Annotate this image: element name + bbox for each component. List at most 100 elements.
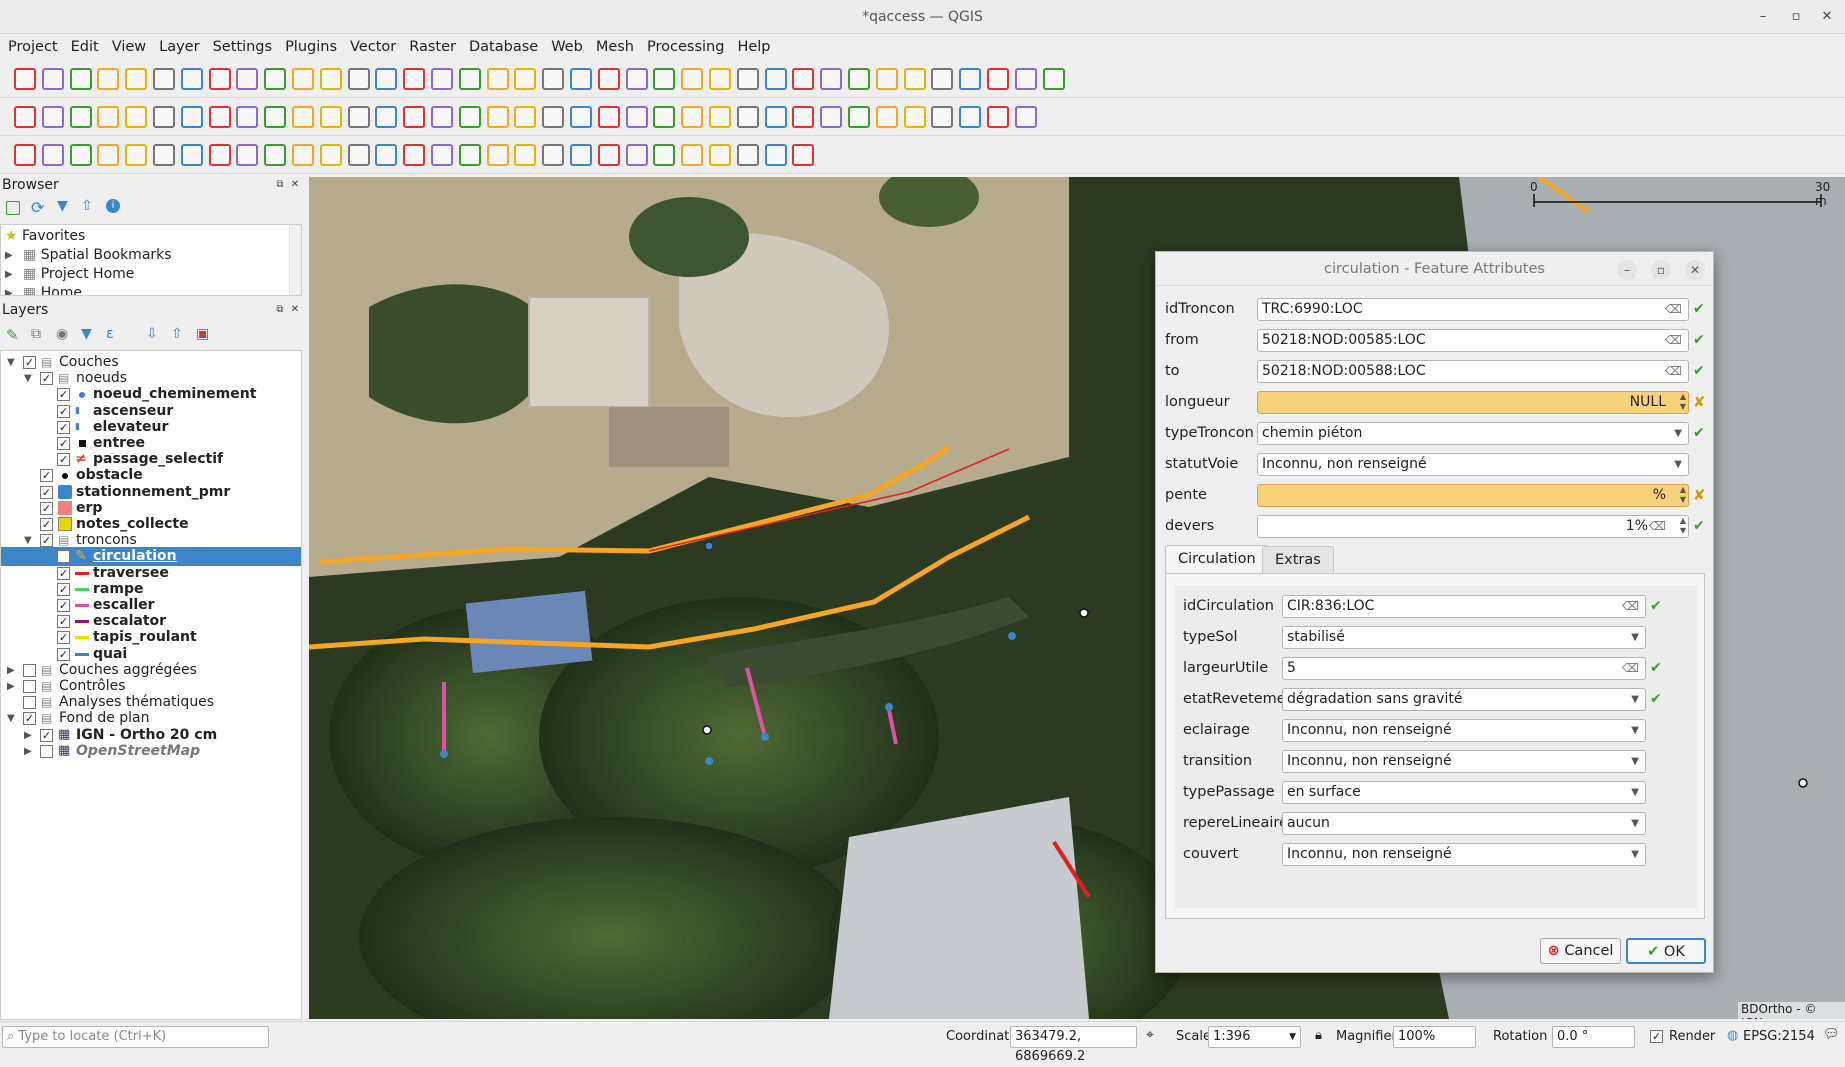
toolbar-tool-icon[interactable] [458,68,481,90]
toolbar-tool-icon[interactable] [319,144,342,166]
toolbar-tool-icon[interactable] [208,106,231,128]
filter-icon[interactable]: ▼ [81,326,92,342]
layer-visibility-checkbox[interactable]: ✓ [57,582,70,596]
ok-button[interactable]: ✔ OK [1626,938,1706,964]
layer-visibility-checkbox[interactable]: ✓ [57,404,70,418]
menu-plugins[interactable]: Plugins [285,39,337,55]
toolbar-tool-icon[interactable] [764,144,787,166]
layer-visibility-checkbox[interactable]: ✓ [57,615,70,629]
toolbar-tool-icon[interactable] [180,68,203,90]
layer-visibility-checkbox[interactable]: ✓ [57,566,70,580]
toolbar-tool-icon[interactable] [41,106,64,128]
spin-icon[interactable]: ▲ ▼ [1680,516,1686,536]
toolbar-tool-icon[interactable] [736,106,759,128]
layer-visibility-checkbox[interactable] [23,663,36,677]
toolbar-tool-icon[interactable] [848,68,870,90]
toolbar-tool-icon[interactable] [570,144,592,166]
toolbar-tool-icon[interactable] [736,144,759,166]
menu-web[interactable]: Web [551,39,583,55]
toolbar-tool-icon[interactable] [987,106,1009,128]
toolbar-tool-icon[interactable] [542,68,565,90]
layer-visibility-checkbox[interactable]: ✓ [40,485,53,499]
locate-input[interactable]: ⌕ Type to locate (Ctrl+K) [2,1026,269,1048]
couvert-select[interactable]: Inconnu, non renseigné ▼ [1282,843,1646,866]
spin-icon[interactable]: ▲ ▼ [1680,392,1686,412]
layer-visibility-checkbox[interactable]: ✓ [57,631,70,645]
toolbar-tool-icon[interactable] [236,144,259,166]
maximize-icon[interactable]: ▫ [1781,0,1811,34]
menu-mesh[interactable]: Mesh [596,39,634,55]
clear-icon[interactable]: ⌫ [1622,596,1639,617]
toolbar-tool-icon[interactable] [180,144,203,166]
close-icon[interactable]: ✕ [1812,0,1842,34]
idcirculation-field[interactable]: CIR:836:LOC ⌫ [1282,595,1646,618]
toolbar-tool-icon[interactable] [959,68,982,90]
devers-field[interactable]: 1% ⌫ ▲ ▼ [1257,515,1689,538]
toolbar-tool-icon[interactable] [375,68,398,90]
toolbar-tool-icon[interactable] [709,68,731,90]
tab-circulation[interactable]: Circulation [1165,545,1269,574]
clear-icon[interactable]: ⌫ [1622,658,1639,679]
menu-processing[interactable]: Processing [647,39,724,55]
toolbar-tool-icon[interactable] [903,106,926,128]
toolbar-tool-icon[interactable] [931,106,954,128]
mouse-pointer-icon[interactable]: ⌖ [1146,1027,1154,1043]
clear-icon[interactable]: ⌫ [1649,516,1666,537]
layer-visibility-checkbox[interactable]: ✓ [57,420,70,434]
dialog-minimize-icon[interactable]: – [1617,260,1637,280]
toolbar-tool-icon[interactable] [792,144,815,166]
toolbar-tool-icon[interactable] [69,68,92,90]
toolbar-tool-icon[interactable] [41,68,64,90]
toolbar-tool-icon[interactable] [736,68,759,90]
toolbar-tool-icon[interactable] [431,106,453,128]
toolbar-tool-icon[interactable] [875,68,898,90]
toolbar-tool-icon[interactable] [625,68,648,90]
toolbar-tool-icon[interactable] [875,106,898,128]
toolbar-tool-icon[interactable] [153,106,175,128]
toolbar-tool-icon[interactable] [264,68,287,90]
toolbar-tool-icon[interactable] [681,106,704,128]
largeurutile-field[interactable]: 5 ⌫ [1282,657,1646,680]
browser-item-bookmarks[interactable]: ▶ ▦ Spatial Bookmarks [5,246,172,265]
layer-visibility-checkbox[interactable]: ✓ [40,728,53,742]
toolbar-tool-icon[interactable] [292,68,314,90]
typetroncon-select[interactable]: chemin piéton ▼ [1257,422,1689,445]
layer-visibility-checkbox[interactable]: ✓ [23,712,36,726]
toolbar-tool-icon[interactable] [236,68,259,90]
toolbar-tool-icon[interactable] [319,68,342,90]
reperelineaire-select[interactable]: aucun ▼ [1282,812,1646,835]
close-panel-icon[interactable]: ✕ [289,179,301,191]
toolbar-tool-icon[interactable] [208,68,231,90]
longueur-field[interactable]: NULL ▲ ▼ [1257,391,1689,414]
menu-database[interactable]: Database [469,39,538,55]
toolbar-tool-icon[interactable] [236,106,259,128]
toolbar-tool-icon[interactable] [264,106,287,128]
lock-icon[interactable]: 🔒︎ [1315,1028,1322,1043]
layer-visibility-checkbox[interactable] [23,696,36,710]
layer-visibility-checkbox[interactable] [40,744,53,758]
toolbar-tool-icon[interactable] [14,68,36,90]
scale-field[interactable]: 1:396 ▼ [1208,1026,1301,1048]
layer-visibility-checkbox[interactable]: ✓ [57,647,70,661]
layer-row[interactable]: ▶ ▦ OpenStreetMap [1,742,301,761]
toolbar-tool-icon[interactable] [153,144,175,166]
messages-icon[interactable]: 💬︎ [1823,1027,1840,1042]
toolbar-tool-icon[interactable] [514,68,537,90]
toolbar-tool-icon[interactable] [792,68,815,90]
toolbar-tool-icon[interactable] [987,68,1009,90]
toolbar-tool-icon[interactable] [403,68,426,90]
toolbar-tool-icon[interactable] [125,68,148,90]
toolbar-tool-icon[interactable] [514,144,537,166]
toolbar-tool-icon[interactable] [903,68,926,90]
add-icon[interactable] [6,201,20,215]
info-icon[interactable]: i [106,199,120,213]
menu-settings[interactable]: Settings [213,39,272,55]
spin-icon[interactable]: ▲ ▼ [1680,485,1686,505]
menu-view[interactable]: View [112,39,146,55]
layer-visibility-checkbox[interactable]: ✓ [57,388,70,402]
toolbar-tool-icon[interactable] [764,106,787,128]
toolbar-tool-icon[interactable] [69,144,92,166]
toolbar-tool-icon[interactable] [208,144,231,166]
dialog-close-icon[interactable]: ✕ [1685,260,1705,280]
toolbar-tool-icon[interactable] [681,68,704,90]
